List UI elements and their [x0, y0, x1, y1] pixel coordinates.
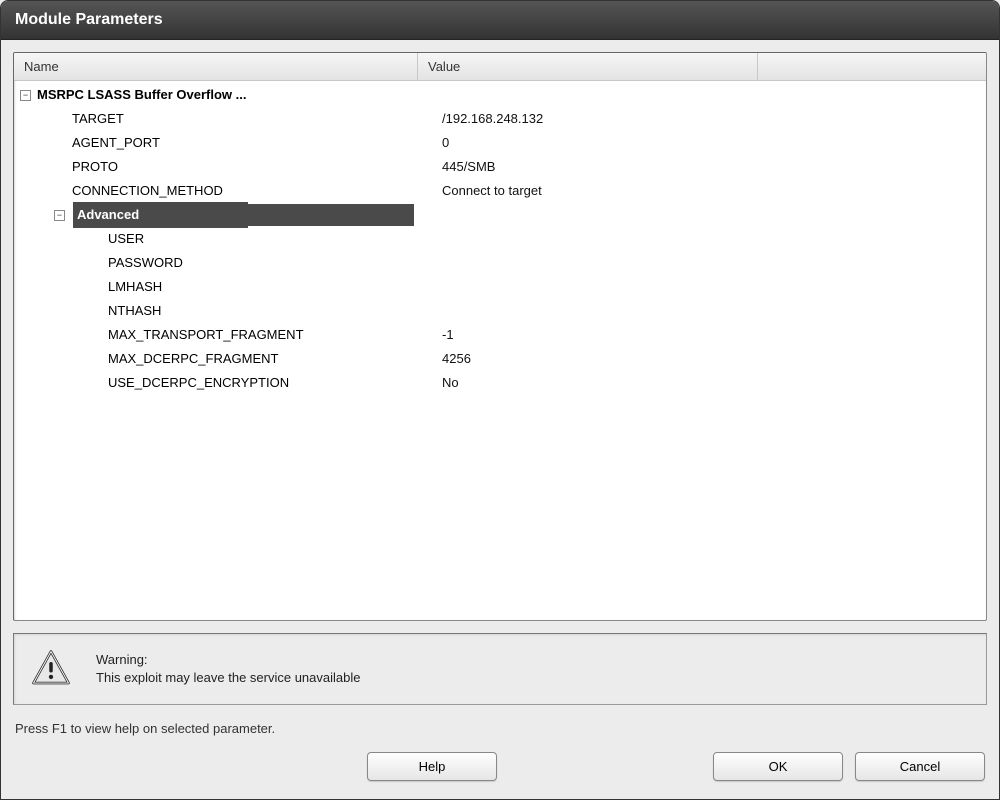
param-max-transport-fragment[interactable]: MAX_TRANSPORT_FRAGMENT -1: [14, 323, 986, 347]
dialog-title: Module Parameters: [15, 11, 163, 28]
param-agent-port[interactable]: AGENT_PORT 0: [14, 131, 986, 155]
param-name: TARGET: [14, 107, 418, 131]
column-header-name[interactable]: Name: [14, 53, 418, 80]
column-header-value[interactable]: Value: [418, 53, 758, 80]
button-row: Help OK Cancel: [13, 752, 987, 787]
parameters-panel: Name Value − MSRPC LSASS Buffer Overflow…: [13, 52, 987, 621]
warning-title: Warning:: [96, 651, 360, 669]
param-password[interactable]: PASSWORD: [14, 251, 986, 275]
param-name: USER: [14, 227, 418, 251]
module-parameters-dialog: Module Parameters Name Value − MSRPC LSA…: [0, 0, 1000, 800]
param-value[interactable]: -1: [418, 323, 986, 347]
param-connection-method[interactable]: CONNECTION_METHOD Connect to target: [14, 179, 986, 203]
minus-icon[interactable]: −: [20, 90, 31, 101]
warning-icon: [30, 648, 72, 690]
help-button[interactable]: Help: [367, 752, 497, 781]
tree-group-advanced[interactable]: − Advanced: [14, 203, 986, 227]
warning-text: Warning: This exploit may leave the serv…: [96, 651, 360, 687]
param-value[interactable]: No: [418, 371, 986, 395]
dialog-content: Name Value − MSRPC LSASS Buffer Overflow…: [1, 40, 999, 799]
param-max-dcerpc-fragment[interactable]: MAX_DCERPC_FRAGMENT 4256: [14, 347, 986, 371]
cancel-button[interactable]: Cancel: [855, 752, 985, 781]
param-name: LMHASH: [14, 275, 418, 299]
param-value[interactable]: 445/SMB: [418, 155, 986, 179]
parameter-tree[interactable]: − MSRPC LSASS Buffer Overflow ... TARGET…: [14, 81, 986, 620]
ok-button[interactable]: OK: [713, 752, 843, 781]
param-user[interactable]: USER: [14, 227, 986, 251]
param-lmhash[interactable]: LMHASH: [14, 275, 986, 299]
group-root-label: MSRPC LSASS Buffer Overflow ...: [37, 83, 246, 107]
tree-group-root[interactable]: − MSRPC LSASS Buffer Overflow ...: [14, 83, 986, 107]
param-use-dcerpc-encryption[interactable]: USE_DCERPC_ENCRYPTION No: [14, 371, 986, 395]
help-hint: Press F1 to view help on selected parame…: [13, 717, 987, 740]
param-name: NTHASH: [14, 299, 418, 323]
param-value[interactable]: /192.168.248.132: [418, 107, 986, 131]
param-name: MAX_TRANSPORT_FRAGMENT: [14, 323, 418, 347]
param-name: CONNECTION_METHOD: [14, 179, 418, 203]
param-value[interactable]: 0: [418, 131, 986, 155]
param-value[interactable]: 4256: [418, 347, 986, 371]
param-name: USE_DCERPC_ENCRYPTION: [14, 371, 418, 395]
warning-message: This exploit may leave the service unava…: [96, 669, 360, 687]
warning-panel: Warning: This exploit may leave the serv…: [13, 633, 987, 705]
group-advanced-label: Advanced: [73, 202, 248, 228]
param-value[interactable]: Connect to target: [418, 179, 986, 203]
param-target[interactable]: TARGET /192.168.248.132: [14, 107, 986, 131]
column-headers: Name Value: [14, 53, 986, 81]
dialog-titlebar[interactable]: Module Parameters: [1, 1, 999, 40]
param-name: PROTO: [14, 155, 418, 179]
param-name: PASSWORD: [14, 251, 418, 275]
param-name: MAX_DCERPC_FRAGMENT: [14, 347, 418, 371]
param-nthash[interactable]: NTHASH: [14, 299, 986, 323]
minus-icon[interactable]: −: [54, 210, 65, 221]
param-name: AGENT_PORT: [14, 131, 418, 155]
column-header-blank: [758, 53, 986, 80]
param-proto[interactable]: PROTO 445/SMB: [14, 155, 986, 179]
